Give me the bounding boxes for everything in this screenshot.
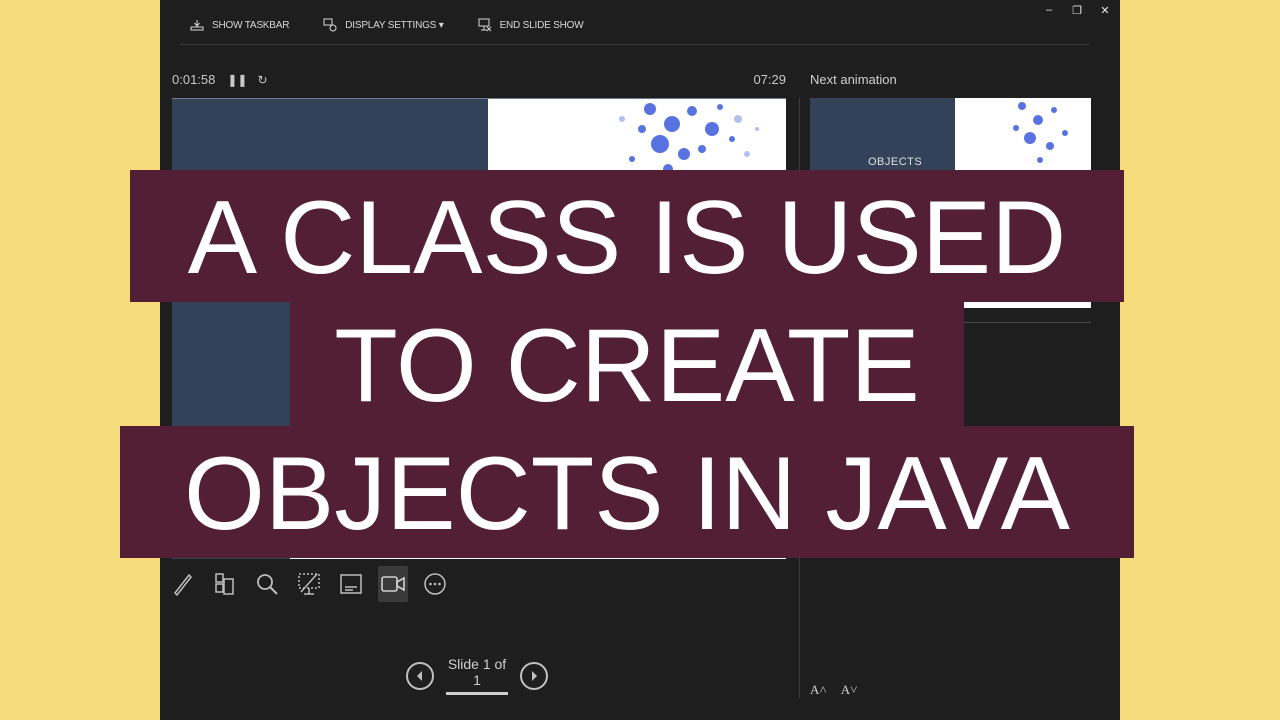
- increase-font-button[interactable]: A˄: [810, 682, 827, 698]
- show-taskbar-button[interactable]: SHOW TASKBAR: [190, 18, 289, 32]
- previous-slide-button[interactable]: [406, 661, 434, 690]
- timer-row: 0:01:58 ❚❚ ↻ 07:29: [172, 72, 786, 87]
- black-screen-icon: [298, 573, 320, 595]
- subtitles-button[interactable]: [336, 566, 366, 602]
- end-slide-show-button[interactable]: END SLIDE SHOW: [478, 18, 584, 32]
- chevron-left-icon: [417, 670, 422, 681]
- pen-icon: [174, 573, 192, 597]
- display-settings-label: DISPLAY SETTINGS ▾: [345, 19, 444, 31]
- taskbar-icon: [190, 20, 204, 31]
- end-show-icon: [478, 18, 491, 32]
- more-options-icon: [424, 573, 446, 595]
- next-animation-label: Next animation: [810, 72, 897, 87]
- headline-line-1: A CLASS IS USED: [130, 170, 1124, 302]
- display-settings-button[interactable]: DISPLAY SETTINGS ▾: [323, 18, 444, 32]
- restore-button[interactable]: ❐: [1070, 4, 1084, 17]
- next-slide-button[interactable]: [520, 661, 548, 690]
- subtitles-icon: [340, 574, 362, 594]
- pause-icon[interactable]: ❚❚: [227, 73, 247, 87]
- camera-button[interactable]: [378, 566, 408, 602]
- minimize-button[interactable]: –: [1042, 4, 1056, 17]
- pen-tool-button[interactable]: [168, 566, 198, 602]
- zoom-icon: [257, 574, 278, 595]
- display-settings-icon: [323, 18, 337, 32]
- headline-line-2: TO CREATE: [290, 302, 964, 426]
- elapsed-time: 0:01:58: [172, 72, 216, 87]
- notes-font-controls: A˄ A˅: [810, 682, 857, 698]
- show-taskbar-label: SHOW TASKBAR: [212, 19, 290, 31]
- slide-navigation: Slide 1 of 1: [406, 656, 548, 695]
- more-options-button[interactable]: [420, 566, 450, 602]
- zoom-button[interactable]: [252, 566, 282, 602]
- restart-icon[interactable]: ↻: [257, 73, 267, 87]
- toolbar-divider: [180, 44, 1089, 45]
- chevron-right-icon: [532, 670, 537, 681]
- clock-time: 07:29: [753, 72, 786, 87]
- slide-counter[interactable]: Slide 1 of 1: [446, 656, 508, 695]
- slide-tools: [168, 566, 450, 602]
- see-all-slides-button[interactable]: [210, 566, 240, 602]
- close-button[interactable]: ✕: [1098, 4, 1112, 17]
- window-controls: – ❐ ✕: [1042, 4, 1112, 17]
- end-slide-show-label: END SLIDE SHOW: [499, 19, 584, 31]
- camera-icon: [381, 576, 405, 592]
- black-screen-button[interactable]: [294, 566, 324, 602]
- presenter-toolbar: SHOW TASKBAR DISPLAY SETTINGS ▾ END SLID…: [190, 18, 584, 32]
- decrease-font-button[interactable]: A˅: [841, 682, 858, 698]
- headline-line-3: OBJECTS IN JAVA: [120, 426, 1134, 558]
- slides-icon: [215, 573, 234, 595]
